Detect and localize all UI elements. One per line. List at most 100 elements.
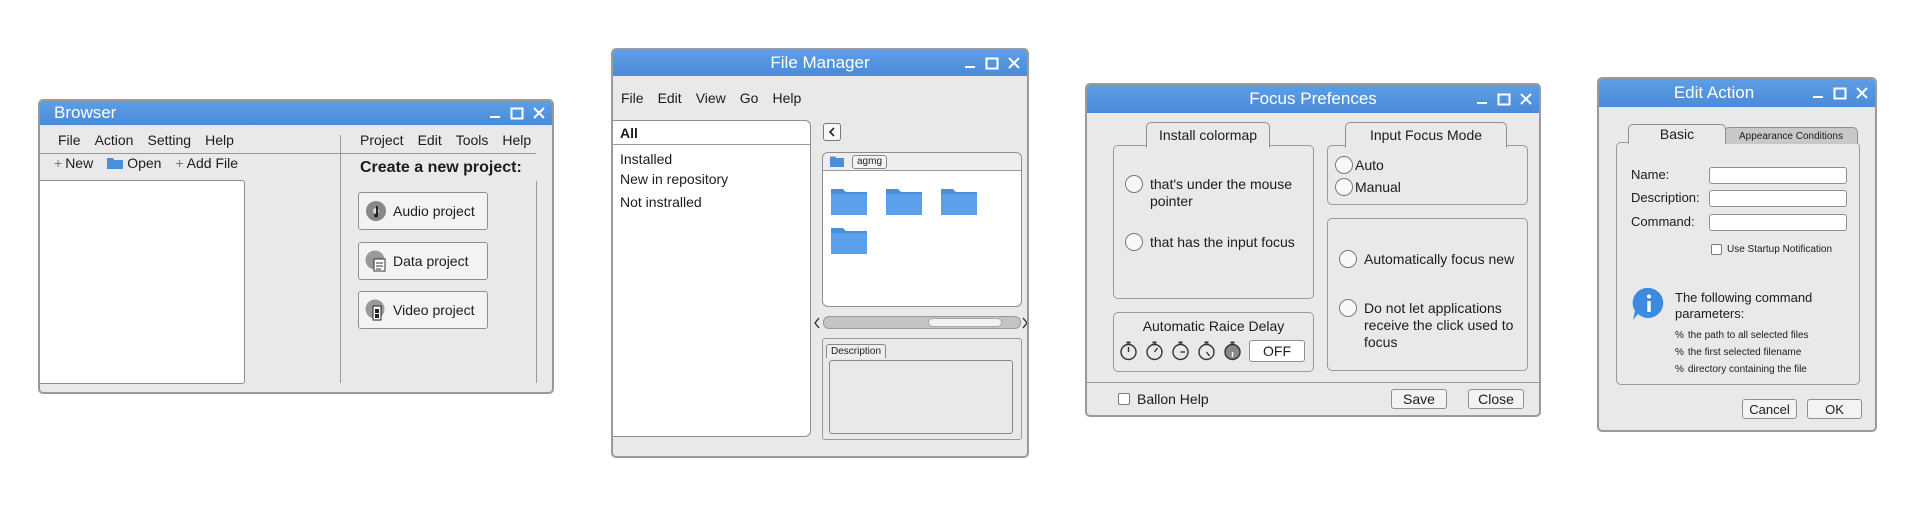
colormap-tab[interactable]: Install colormap: [1146, 122, 1270, 148]
description-area[interactable]: [829, 360, 1013, 434]
category-new-in-repository[interactable]: New in repository: [620, 171, 728, 187]
open-button[interactable]: Open: [107, 155, 161, 171]
divider-right: [536, 181, 537, 383]
startup-notification-checkbox[interactable]: [1711, 244, 1722, 255]
menu-file[interactable]: File: [58, 132, 81, 148]
info-title: The following command parameters:: [1675, 290, 1813, 321]
minimize-icon[interactable]: [963, 56, 977, 70]
folder-view[interactable]: agmg: [822, 152, 1022, 307]
maximize-icon[interactable]: [1833, 86, 1847, 100]
menu-go[interactable]: Go: [740, 90, 759, 106]
browser-titlebar[interactable]: Browser: [40, 101, 552, 125]
folder-icon[interactable]: [831, 226, 867, 254]
colormap-opt-mouse: that's under the mouse pointer: [1150, 176, 1292, 209]
menu-setting[interactable]: Setting: [147, 132, 191, 148]
menu-action[interactable]: Action: [95, 132, 134, 148]
param-row: % the path to all selected files: [1675, 330, 1809, 341]
no-click-focus-label: Do not let applications receive the clic…: [1364, 300, 1514, 350]
edit-action-titlebar[interactable]: Edit Action: [1599, 79, 1875, 107]
no-click-focus-radio[interactable]: [1339, 299, 1357, 317]
cancel-button[interactable]: Cancel: [1742, 399, 1797, 419]
scrollbar-thumb[interactable]: [928, 318, 1002, 327]
folder-icon[interactable]: [941, 187, 977, 215]
audio-project-button[interactable]: Audio project: [358, 192, 488, 230]
folder-icon: [830, 156, 844, 167]
save-button[interactable]: Save: [1391, 389, 1447, 409]
menu-tools[interactable]: Tools: [456, 132, 489, 148]
raise-delay-value[interactable]: OFF: [1249, 340, 1305, 362]
horizontal-scrollbar[interactable]: [823, 316, 1021, 329]
colormap-radio-focus[interactable]: [1125, 233, 1143, 251]
colormap-opt-focus: that has the input focus: [1150, 234, 1295, 250]
close-icon[interactable]: [1007, 56, 1021, 70]
close-icon[interactable]: [1519, 92, 1533, 106]
param-symbol: %: [1675, 330, 1684, 341]
menu-edit[interactable]: Edit: [658, 90, 682, 106]
stopwatch-icon[interactable]: [1171, 341, 1190, 361]
ok-button[interactable]: OK: [1807, 399, 1862, 419]
command-field[interactable]: [1709, 214, 1847, 231]
category-not-installed[interactable]: Not instralled: [620, 194, 702, 210]
category-installed[interactable]: Installed: [620, 151, 672, 167]
close-icon[interactable]: [1855, 86, 1869, 100]
menu-view[interactable]: View: [696, 90, 726, 106]
browser-content-pane[interactable]: [40, 180, 245, 384]
minimize-icon[interactable]: [488, 106, 502, 120]
focus-mode-auto: Auto: [1355, 157, 1384, 173]
category-list[interactable]: All Installed New in repository Not inst…: [613, 120, 811, 437]
menu-edit[interactable]: Edit: [418, 132, 442, 148]
video-project-button[interactable]: Video project: [358, 291, 488, 329]
focus-mode-radio-auto[interactable]: [1335, 156, 1353, 174]
info-icon: [1632, 287, 1664, 320]
colormap-radio-mouse[interactable]: [1125, 175, 1143, 193]
maximize-icon[interactable]: [985, 56, 999, 70]
add-file-button[interactable]: + Add File: [175, 155, 238, 171]
focus-titlebar[interactable]: Focus Prefences: [1087, 85, 1539, 113]
video-project-label: Video project: [393, 302, 475, 318]
data-project-button[interactable]: Data project: [358, 242, 488, 280]
maximize-icon[interactable]: [510, 106, 524, 120]
menu-help[interactable]: Help: [772, 90, 801, 106]
minimize-icon[interactable]: [1475, 92, 1489, 106]
menu-project[interactable]: Project: [360, 132, 404, 148]
stopwatch-icon[interactable]: [1119, 341, 1138, 361]
stopwatch-icon[interactable]: [1197, 341, 1216, 361]
balloon-help-checkbox[interactable]: [1118, 393, 1130, 405]
menu-file[interactable]: File: [621, 90, 644, 106]
scroll-right-icon[interactable]: [1021, 317, 1029, 329]
focus-preferences-window: Focus Prefences Install colormap that's …: [1085, 83, 1541, 417]
menu-help[interactable]: Help: [205, 132, 234, 148]
raise-delay-label: Automatic Raice Delay: [1142, 318, 1285, 334]
focus-mode-tab[interactable]: Input Focus Mode: [1345, 122, 1507, 148]
audio-project-label: Audio project: [393, 203, 475, 219]
tab-basic[interactable]: Basic: [1628, 124, 1726, 144]
stopwatch-icon[interactable]: [1145, 341, 1164, 361]
folder-icon[interactable]: [886, 187, 922, 215]
auto-focus-new-radio[interactable]: [1339, 250, 1357, 268]
param-symbol: %: [1675, 364, 1684, 375]
name-field[interactable]: [1709, 167, 1847, 184]
stopwatch-icon[interactable]: [1223, 341, 1242, 361]
description-tab[interactable]: Description: [826, 344, 887, 358]
description-field[interactable]: [1709, 190, 1847, 207]
menu-help-right[interactable]: Help: [502, 132, 531, 148]
maximize-icon[interactable]: [1497, 92, 1511, 106]
focus-mode-group: [1327, 145, 1528, 205]
param-text: the first selected filename: [1687, 347, 1802, 358]
menu-divider: [40, 153, 340, 154]
tab-appearance-conditions[interactable]: Appearance Conditions: [1724, 127, 1858, 144]
category-all[interactable]: All: [613, 121, 810, 145]
param-text: directory containing the file: [1687, 364, 1807, 375]
close-button[interactable]: Close: [1468, 389, 1524, 409]
minimize-icon[interactable]: [1811, 86, 1825, 100]
description-group: Description: [822, 338, 1022, 440]
footer-divider: [1087, 382, 1539, 383]
folder-icon[interactable]: [831, 187, 867, 215]
path-crumb[interactable]: agmg: [852, 155, 888, 169]
new-button[interactable]: + New: [54, 155, 93, 171]
focus-mode-radio-manual[interactable]: [1335, 178, 1353, 196]
file-manager-titlebar[interactable]: File Manager: [613, 50, 1027, 76]
close-icon[interactable]: [532, 106, 546, 120]
back-button[interactable]: [823, 123, 841, 141]
scroll-left-icon[interactable]: [813, 317, 821, 329]
